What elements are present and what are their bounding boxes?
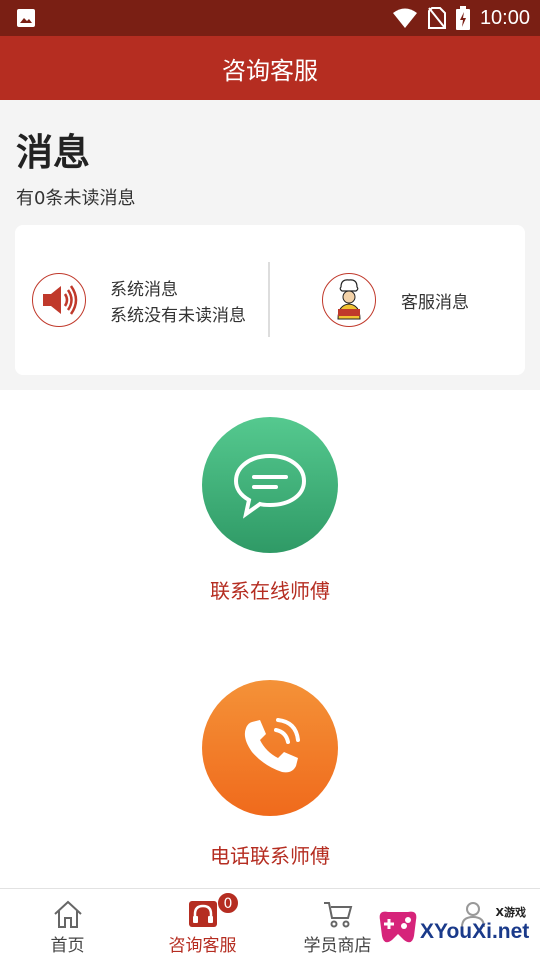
tab-consult-label: 咨询客服 xyxy=(168,936,237,956)
phone-button[interactable] xyxy=(202,680,338,816)
system-messages-title: 系统消息 xyxy=(110,280,178,300)
battery-charging-icon xyxy=(455,6,470,30)
card-divider xyxy=(268,262,270,337)
online-master-label[interactable]: 联系在线师傅 xyxy=(0,575,540,604)
headset-icon xyxy=(188,901,217,927)
page-title: 咨询客服 xyxy=(222,56,318,85)
tab-home[interactable]: 首页 xyxy=(0,889,135,960)
status-time: 10:00 xyxy=(479,6,530,29)
no-sim-icon xyxy=(427,7,446,29)
gamepad-logo-icon xyxy=(379,911,417,943)
watermark: X游戏 XYouXi.net xyxy=(372,896,540,960)
phone-master-action: 电话联系师傅 xyxy=(0,680,540,870)
app-bar: 咨询客服 xyxy=(0,36,540,100)
status-bar: 10:00 xyxy=(0,0,540,36)
system-messages-subtitle: 系统没有未读消息 xyxy=(110,306,246,326)
messages-section: 消息 有0条未读消息 系统消息 系统没有未读消息 客服消息 xyxy=(0,100,540,390)
online-master-action: 联系在线师傅 xyxy=(0,417,540,607)
tab-consult[interactable]: 0 咨询客服 xyxy=(135,889,270,960)
unread-summary: 有0条未读消息 xyxy=(16,188,136,209)
system-icons: 10:00 xyxy=(392,4,530,32)
speaker-icon xyxy=(32,273,86,327)
chef-avatar-icon xyxy=(322,273,376,327)
messages-heading: 消息 xyxy=(16,131,90,174)
wifi-icon xyxy=(392,8,417,28)
phone-master-label[interactable]: 电话联系师傅 xyxy=(0,840,540,869)
phone-icon xyxy=(244,718,300,773)
tab-home-label: 首页 xyxy=(50,936,85,956)
chat-bubble-icon xyxy=(233,453,307,519)
image-icon xyxy=(17,9,35,27)
watermark-small-text: X游戏 xyxy=(495,906,526,919)
customer-service-messages-title: 客服消息 xyxy=(401,293,469,313)
messages-card: 系统消息 系统没有未读消息 客服消息 xyxy=(15,225,525,375)
chat-button[interactable] xyxy=(202,417,338,553)
cart-icon xyxy=(323,902,352,928)
consult-badge: 0 xyxy=(217,892,239,914)
home-icon xyxy=(53,900,82,928)
watermark-big-text: XYouXi.net xyxy=(420,920,530,943)
